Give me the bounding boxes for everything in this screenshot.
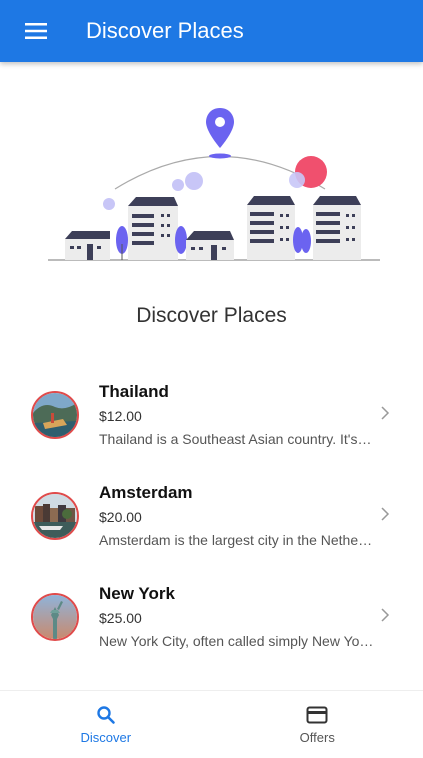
place-item-thailand[interactable]: Thailand $12.00 Thailand is a Southeast … (0, 370, 423, 471)
place-avatar (31, 492, 79, 540)
tab-discover[interactable]: Discover (0, 691, 212, 758)
app-title: Discover Places (86, 18, 244, 44)
section-title: Discover Places (0, 304, 423, 328)
tab-label: Offers (300, 730, 335, 745)
location-pin-icon (206, 108, 234, 159)
place-avatar (31, 593, 79, 641)
place-price: $20.00 (99, 509, 142, 525)
place-description: Thailand is a Southeast Asian country. I… (99, 431, 375, 447)
place-name: Amsterdam (99, 483, 193, 503)
search-icon (95, 704, 117, 726)
places-list: Thailand $12.00 Thailand is a Southeast … (0, 370, 423, 673)
card-icon (306, 704, 328, 726)
tab-label: Discover (80, 730, 131, 745)
place-price: $12.00 (99, 408, 142, 424)
menu-button[interactable] (20, 15, 52, 47)
place-name: Thailand (99, 382, 169, 402)
place-price: $25.00 (99, 610, 142, 626)
bottom-navigation: Discover Offers (0, 690, 423, 758)
menu-icon (25, 23, 47, 39)
tab-offers[interactable]: Offers (212, 691, 423, 758)
place-avatar (31, 391, 79, 439)
place-item-new-york[interactable]: New York $25.00 New York City, often cal… (0, 572, 423, 673)
chevron-right-icon (377, 405, 393, 421)
place-name: New York (99, 584, 175, 604)
chevron-right-icon (377, 607, 393, 623)
city-illustration (40, 104, 385, 264)
place-description: Amsterdam is the largest city in the Net… (99, 532, 375, 548)
app-bar: Discover Places (0, 0, 423, 62)
chevron-right-icon (377, 506, 393, 522)
place-description: New York City, often called simply New Y… (99, 633, 375, 649)
place-item-amsterdam[interactable]: Amsterdam $20.00 Amsterdam is the larges… (0, 471, 423, 572)
